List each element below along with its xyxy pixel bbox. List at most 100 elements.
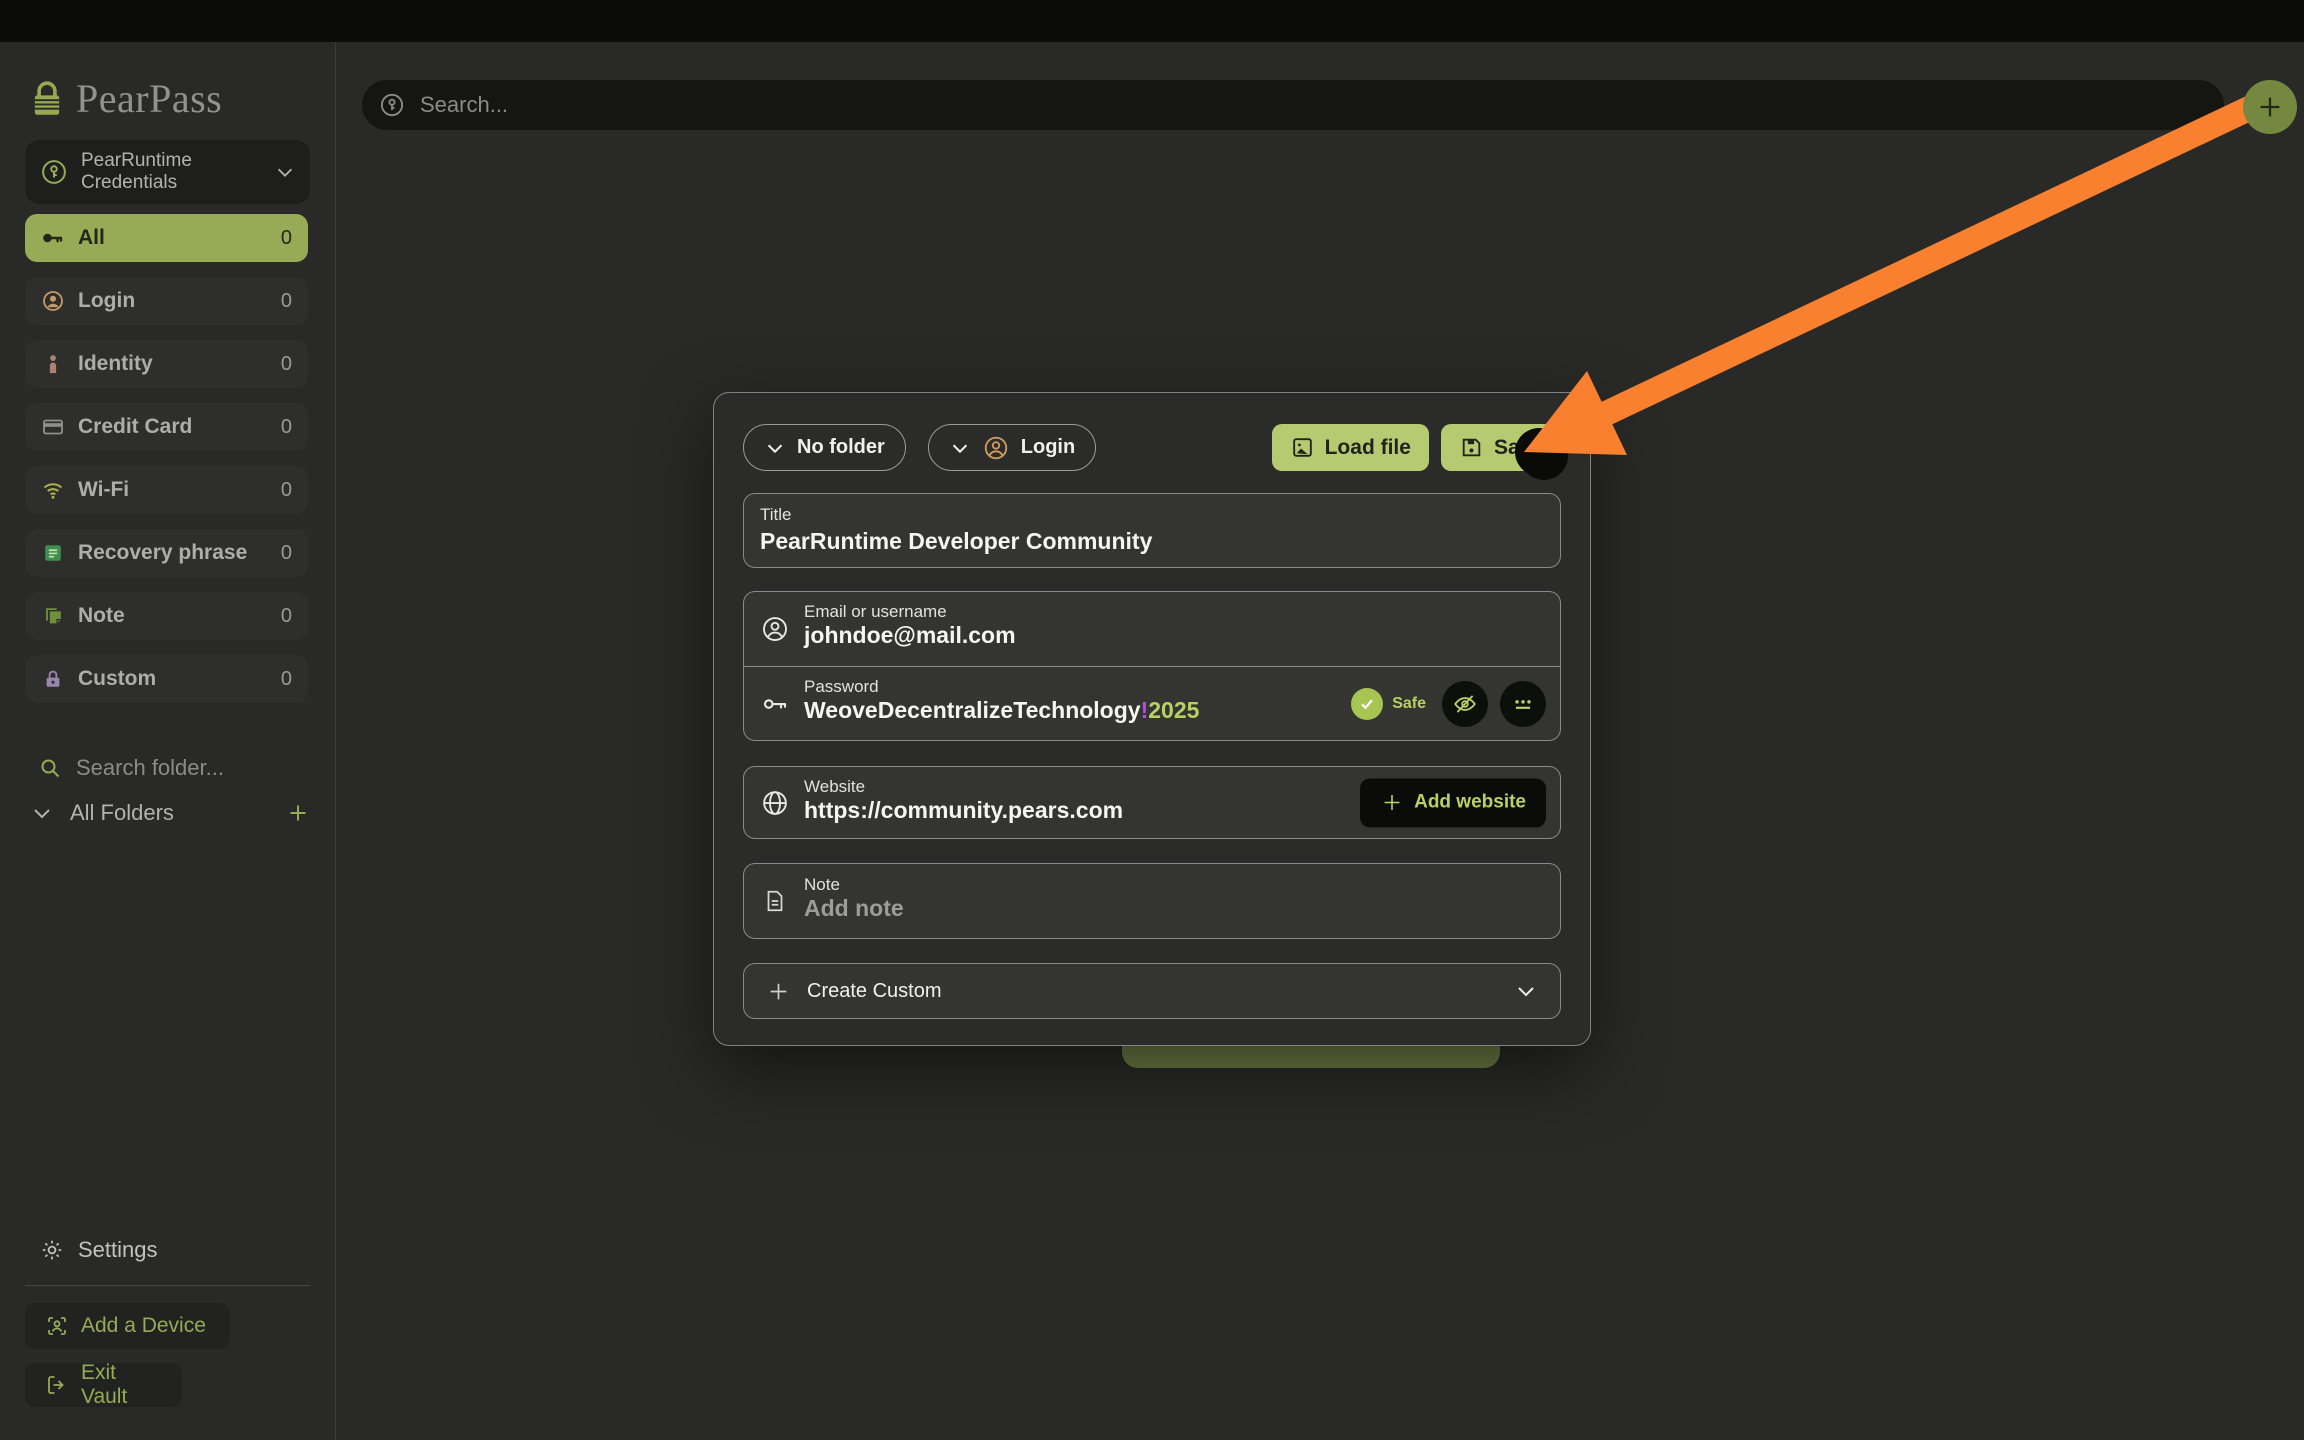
plus-icon [2255, 92, 2285, 122]
safe-label: Safe [1392, 695, 1426, 713]
email-field[interactable]: Email or username johndoe@mail.com [744, 592, 1560, 666]
circled-key-icon [39, 157, 69, 187]
sidebar-item-login[interactable]: Login 0 [25, 277, 308, 325]
app-title: PearPass [76, 75, 222, 122]
all-folders-row[interactable]: All Folders [30, 800, 310, 826]
circled-key-icon [378, 91, 406, 119]
vault-selector[interactable]: PearRuntime Credentials [25, 140, 310, 204]
sidebar-item-custom[interactable]: Custom 0 [25, 655, 308, 703]
password-strength-badge: Safe [1351, 688, 1426, 720]
person-circle-icon [760, 614, 790, 644]
sidebar-divider [25, 1285, 310, 1286]
person-circle-icon [982, 434, 1010, 462]
title-field-value[interactable]: PearRuntime Developer Community [760, 528, 1544, 555]
folder-search-input[interactable]: Search folder... [38, 755, 224, 781]
website-field[interactable]: Website https://community.pears.com Add … [743, 766, 1561, 839]
sidebar-item-note[interactable]: Note 0 [25, 592, 308, 640]
sidebar-item-label: Login [78, 289, 268, 313]
app-logo: PearPass [30, 75, 222, 122]
settings-button[interactable]: Settings [40, 1237, 158, 1263]
folder-dropdown[interactable]: No folder [743, 424, 906, 471]
plus-icon [1380, 791, 1404, 815]
sidebar-item-count: 0 [281, 479, 292, 502]
sidebar-item-label: Credit Card [78, 415, 268, 439]
folder-dropdown-value: No folder [797, 436, 885, 459]
sidebar-item-label: Note [78, 604, 268, 628]
note-icon [41, 604, 65, 628]
sidebar-item-identity[interactable]: Identity 0 [25, 340, 308, 388]
password-controls: Safe [1351, 681, 1546, 727]
chevron-down-icon [274, 161, 296, 183]
search-icon [38, 756, 62, 780]
note-field-label: Note [804, 875, 1560, 895]
type-dropdown[interactable]: Login [928, 424, 1096, 471]
add-device-button[interactable]: Add a Device [25, 1303, 230, 1349]
title-field[interactable]: Title PearRuntime Developer Community [743, 493, 1561, 568]
sidebar-item-count: 0 [281, 290, 292, 313]
exit-icon [45, 1373, 69, 1397]
load-file-button[interactable]: Load file [1272, 424, 1429, 471]
dots-icon [1510, 691, 1536, 717]
lock-logo-icon [30, 79, 64, 119]
category-list: All 0 Login 0 Identity 0 Credit Card 0 [25, 214, 308, 718]
sidebar-item-wifi[interactable]: Wi-Fi 0 [25, 466, 308, 514]
document-icon [760, 886, 790, 916]
password-digits: 2025 [1148, 697, 1199, 723]
email-field-label: Email or username [804, 602, 1560, 622]
sidebar: PearPass PearRuntime Credentials All 0 L… [0, 42, 336, 1440]
sidebar-item-count: 0 [281, 542, 292, 565]
plus-icon [766, 979, 791, 1004]
add-website-button[interactable]: Add website [1360, 778, 1546, 827]
email-field-value[interactable]: johndoe@mail.com [804, 622, 1560, 649]
sidebar-item-count: 0 [281, 416, 292, 439]
sidebar-item-count: 0 [281, 227, 292, 250]
image-icon [1290, 435, 1315, 460]
sidebar-item-recovery-phrase[interactable]: Recovery phrase 0 [25, 529, 308, 577]
chevron-down-icon [1514, 979, 1538, 1003]
note-field[interactable]: Note Add note [743, 863, 1561, 939]
check-icon [1351, 688, 1383, 720]
exit-vault-label: Exit Vault [81, 1361, 162, 1409]
sidebar-item-count: 0 [281, 668, 292, 691]
add-device-label: Add a Device [81, 1314, 206, 1338]
chevron-down-icon [949, 437, 971, 459]
note-field-placeholder[interactable]: Add note [804, 895, 1560, 922]
generate-password-button[interactable] [1500, 681, 1546, 727]
sidebar-item-label: Wi-Fi [78, 478, 268, 502]
search-input[interactable] [420, 92, 2120, 118]
sidebar-item-label: All [78, 226, 268, 250]
exit-vault-button[interactable]: Exit Vault [25, 1363, 182, 1407]
toggle-password-visibility-button[interactable] [1442, 681, 1488, 727]
password-field[interactable]: Password WeoveDecentralizeTechnology!202… [744, 666, 1560, 740]
credential-editor-modal: No folder Login Load file Save Title Pea… [713, 392, 1591, 1046]
more-options-button[interactable] [1515, 428, 1563, 476]
add-credential-button[interactable] [2243, 80, 2297, 134]
vault-name: PearRuntime Credentials [81, 150, 262, 194]
key-icon [760, 689, 790, 719]
title-field-label: Title [760, 505, 1544, 525]
lock-icon [41, 667, 65, 691]
globe-icon [760, 788, 790, 818]
sidebar-item-credit-card[interactable]: Credit Card 0 [25, 403, 308, 451]
person-icon [41, 352, 65, 376]
sidebar-item-all[interactable]: All 0 [25, 214, 308, 262]
credit-card-icon [41, 415, 65, 439]
create-custom-button[interactable]: Create Custom [743, 963, 1561, 1019]
key-icon [41, 226, 65, 250]
person-circle-icon [41, 289, 65, 313]
add-folder-icon[interactable] [286, 801, 310, 825]
save-icon [1459, 435, 1484, 460]
eye-slash-icon [1452, 691, 1478, 717]
chevron-down-icon [764, 437, 786, 459]
password-main: WeoveDecentralizeTechnology [804, 697, 1141, 723]
modal-toolbar: No folder Login Load file Save [743, 424, 1561, 471]
type-dropdown-value: Login [1021, 436, 1075, 459]
search-bar[interactable] [362, 80, 2224, 130]
window-titlebar [0, 0, 2304, 42]
sidebar-item-label: Identity [78, 352, 268, 376]
sidebar-item-label: Custom [78, 667, 268, 691]
wifi-icon [41, 478, 65, 502]
credentials-group: Email or username johndoe@mail.com Passw… [743, 591, 1561, 741]
chevron-down-icon[interactable] [30, 801, 54, 825]
load-file-label: Load file [1325, 436, 1411, 460]
